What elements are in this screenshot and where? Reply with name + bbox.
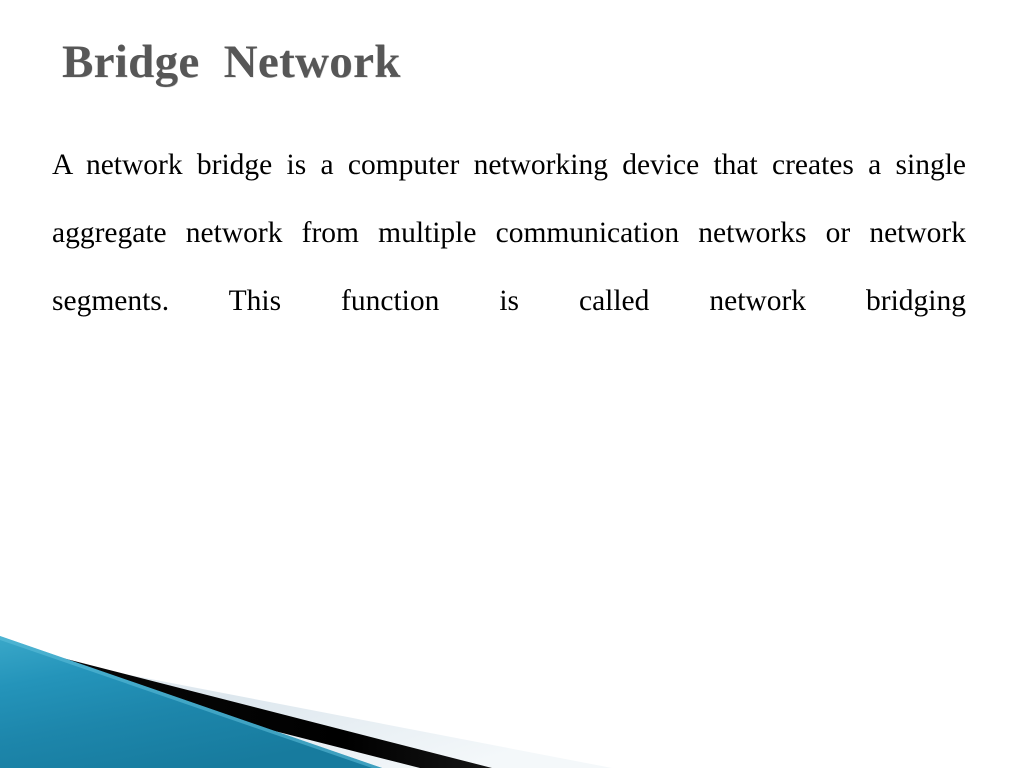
pale-blue-wedge xyxy=(0,650,612,768)
black-stripe-wedge xyxy=(0,642,492,768)
teal-wedge xyxy=(0,636,382,768)
page-title: Bridge Network xyxy=(62,36,401,88)
slide-canvas: Bridge Network A network bridge is a com… xyxy=(0,0,1024,768)
body-text-block: A network bridge is a computer networkin… xyxy=(52,131,966,403)
teal-highlight-edge xyxy=(0,636,382,768)
decorative-banner-svg xyxy=(0,636,612,768)
decorative-banner xyxy=(0,628,1024,768)
body-paragraph: A network bridge is a computer networkin… xyxy=(52,149,966,317)
